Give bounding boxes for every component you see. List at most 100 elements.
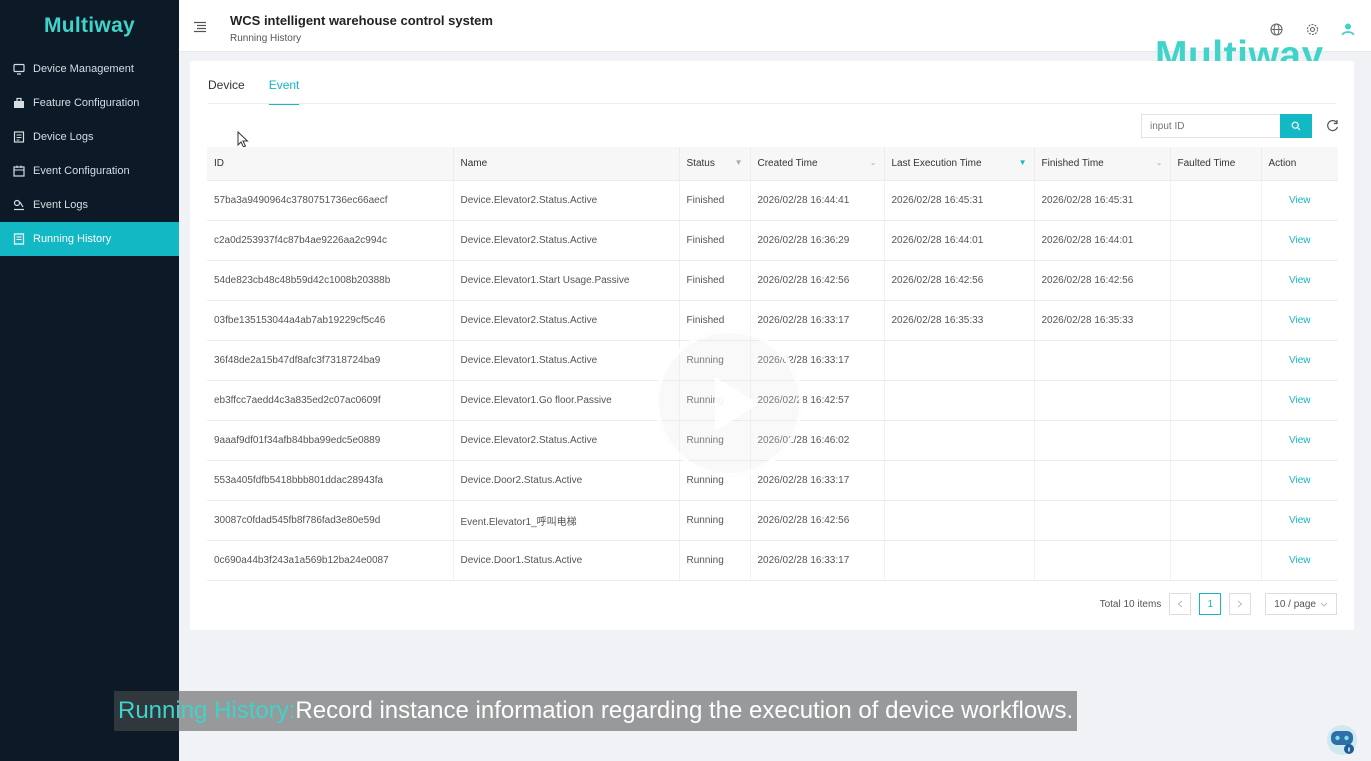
chevron-down-icon bbox=[1320, 602, 1328, 607]
play-icon bbox=[715, 377, 759, 431]
cell-last-execution-time: 2026/02/28 16:35:33 bbox=[884, 300, 1035, 341]
cell-id: 30087c0fdad545fb8f786fad3e80e59d bbox=[207, 500, 454, 541]
sidebar-item-running-history[interactable]: Running History bbox=[0, 222, 179, 256]
search-input[interactable] bbox=[1141, 114, 1281, 138]
sidebar-item-event-configuration[interactable]: Event Configuration bbox=[0, 154, 179, 188]
cell-name: Device.Elevator2.Status.Active bbox=[453, 300, 680, 341]
view-link[interactable]: View bbox=[1261, 380, 1338, 421]
cell-id: eb3ffcc7aedd4c3a835ed2c07ac0609f bbox=[207, 380, 454, 421]
caption-text: Record instance information regarding th… bbox=[295, 697, 1074, 724]
cell-created-time: 2026/02/28 16:36:29 bbox=[750, 220, 885, 261]
cell-finished-time bbox=[1034, 540, 1171, 581]
cell-finished-time: 2026/02/28 16:42:56 bbox=[1034, 260, 1171, 301]
cell-created-time: 2026/02/28 16:44:41 bbox=[750, 180, 885, 221]
cell-last-execution-time: 2026/02/28 16:45:31 bbox=[884, 180, 1035, 221]
cell-faulted-time bbox=[1170, 220, 1262, 261]
cell-created-time: 2026/02/28 16:42:56 bbox=[750, 500, 885, 541]
view-link[interactable]: View bbox=[1261, 340, 1338, 381]
filter-icon[interactable]: ▼ bbox=[735, 158, 743, 167]
cell-finished-time: 2026/02/28 16:45:31 bbox=[1034, 180, 1171, 221]
app-title: WCS intelligent warehouse control system bbox=[230, 13, 493, 28]
tab-device[interactable]: Device bbox=[208, 78, 245, 105]
mouse-cursor-icon bbox=[237, 131, 249, 148]
sidebar-item-label: Device Logs bbox=[33, 131, 94, 143]
sidebar-item-label: Running History bbox=[33, 233, 112, 245]
view-link[interactable]: View bbox=[1261, 540, 1338, 581]
column-header-last-execution-time[interactable]: Last Execution Time ▼ bbox=[884, 147, 1035, 181]
prev-page-button[interactable] bbox=[1169, 593, 1192, 615]
sort-icon[interactable]: ⌄ bbox=[1156, 158, 1163, 167]
caption-highlight: Running History: bbox=[118, 697, 296, 724]
sort-desc-icon[interactable]: ▼ bbox=[1019, 158, 1027, 167]
cell-finished-time bbox=[1034, 420, 1171, 461]
cell-status: Finished bbox=[679, 180, 751, 221]
cell-faulted-time bbox=[1170, 460, 1262, 501]
cell-finished-time bbox=[1034, 500, 1171, 541]
video-play-button[interactable] bbox=[655, 329, 803, 477]
table-row: 30087c0fdad545fb8f786fad3e80e59d Event.El… bbox=[207, 500, 1338, 541]
column-header-id: ID bbox=[207, 147, 454, 181]
cell-finished-time bbox=[1034, 380, 1171, 421]
table-row: 57ba3a9490964c3780751736ec66aecf Device.E… bbox=[207, 180, 1338, 221]
page-size-value: 10 / page bbox=[1274, 598, 1316, 610]
view-link[interactable]: View bbox=[1261, 500, 1338, 541]
event-log-icon bbox=[12, 198, 26, 212]
cell-last-execution-time bbox=[884, 500, 1035, 541]
tab-event[interactable]: Event bbox=[268, 78, 300, 105]
cell-name: Device.Elevator1.Go floor.Passive bbox=[453, 380, 680, 421]
column-header-created-time[interactable]: Created Time ⌄ bbox=[750, 147, 885, 181]
user-icon[interactable] bbox=[1341, 22, 1355, 36]
cell-last-execution-time: 2026/02/28 16:42:56 bbox=[884, 260, 1035, 301]
cell-created-time: 2026/02/28 16:33:17 bbox=[750, 460, 885, 501]
assistant-bot-icon[interactable] bbox=[1324, 723, 1360, 757]
view-link[interactable]: View bbox=[1261, 420, 1338, 461]
cell-faulted-time bbox=[1170, 420, 1262, 461]
tab-bar: Device Event bbox=[208, 78, 300, 105]
cell-created-time: 2026/02/28 16:33:17 bbox=[750, 540, 885, 581]
sidebar-item-device-logs[interactable]: Device Logs bbox=[0, 120, 179, 154]
view-link[interactable]: View bbox=[1261, 180, 1338, 221]
cell-faulted-time bbox=[1170, 260, 1262, 301]
view-link[interactable]: View bbox=[1261, 260, 1338, 301]
view-link[interactable]: View bbox=[1261, 220, 1338, 261]
refresh-button[interactable] bbox=[1324, 117, 1340, 133]
cell-name: Device.Elevator2.Status.Active bbox=[453, 180, 680, 221]
search-button[interactable] bbox=[1280, 114, 1312, 138]
sidebar-item-device-management[interactable]: Device Management bbox=[0, 52, 179, 86]
cell-faulted-time bbox=[1170, 300, 1262, 341]
breadcrumb: Running History bbox=[230, 33, 302, 44]
cell-created-time: 2026/02/28 16:33:17 bbox=[750, 300, 885, 341]
table-row: 03fbe135153044a4ab7ab19229cf5c46 Device.E… bbox=[207, 300, 1338, 341]
column-header-faulted-time: Faulted Time bbox=[1170, 147, 1262, 181]
chevron-right-icon bbox=[1237, 600, 1243, 608]
view-link[interactable]: View bbox=[1261, 300, 1338, 341]
page-number-button[interactable]: 1 bbox=[1199, 593, 1222, 615]
sidebar-item-event-logs[interactable]: Event Logs bbox=[0, 188, 179, 222]
cell-created-time: 2026/02/28 16:42:56 bbox=[750, 260, 885, 301]
cell-id: 9aaaf9df01f34afb84bba99edc5e0889 bbox=[207, 420, 454, 461]
cell-last-execution-time bbox=[884, 420, 1035, 461]
sidebar-item-feature-configuration[interactable]: Feature Configuration bbox=[0, 86, 179, 120]
table-row: 553a405fdfb5418bbb801ddac28943fa Device.D… bbox=[207, 460, 1338, 501]
menu-toggle-icon[interactable] bbox=[193, 20, 207, 33]
column-header-finished-time[interactable]: Finished Time ⌄ bbox=[1034, 147, 1171, 181]
cell-faulted-time bbox=[1170, 500, 1262, 541]
cell-status: Running bbox=[679, 500, 751, 541]
column-header-status[interactable]: Status ▼ bbox=[679, 147, 751, 181]
tab-divider bbox=[208, 103, 1336, 104]
cell-faulted-time bbox=[1170, 380, 1262, 421]
view-link[interactable]: View bbox=[1261, 460, 1338, 501]
cell-id: 0c690a44b3f243a1a569b12ba24e0087 bbox=[207, 540, 454, 581]
next-page-button[interactable] bbox=[1229, 593, 1252, 615]
page-size-select[interactable]: 10 / page bbox=[1265, 593, 1337, 615]
cell-finished-time: 2026/02/28 16:44:01 bbox=[1034, 220, 1171, 261]
sidebar-item-label: Event Configuration bbox=[33, 165, 130, 177]
calendar-icon bbox=[12, 164, 26, 178]
cell-last-execution-time bbox=[884, 340, 1035, 381]
table-row: 54de823cb48c48b59d42c1008b20388b Device.E… bbox=[207, 260, 1338, 301]
sort-icon[interactable]: ⌄ bbox=[870, 158, 877, 167]
table-row: 0c690a44b3f243a1a569b12ba24e0087 Device.D… bbox=[207, 540, 1338, 581]
cell-finished-time bbox=[1034, 340, 1171, 381]
cell-name: Event.Elevator1_呼叫电梯 bbox=[453, 500, 680, 541]
cell-id: 36f48de2a15b47df8afc3f7318724ba9 bbox=[207, 340, 454, 381]
